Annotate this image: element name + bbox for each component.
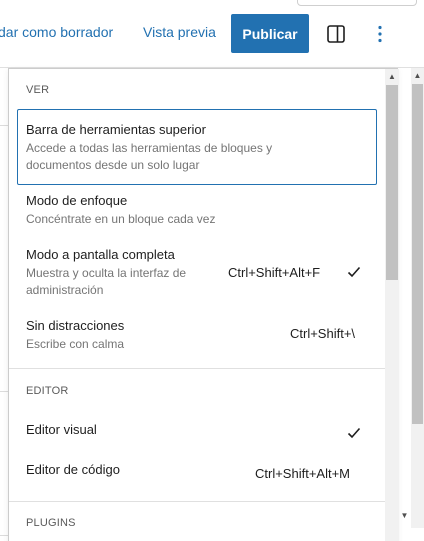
kebab-menu-icon: [378, 25, 382, 43]
sidebar-toggle-icon: [327, 25, 345, 43]
menu-item-top-toolbar[interactable]: Barra de herramientas superior Accede a …: [17, 109, 377, 185]
menu-item-label: Modo a pantalla completa: [26, 247, 175, 262]
group-title-view: VER: [26, 84, 50, 96]
options-menu-button[interactable]: [366, 20, 394, 48]
menu-item-description: Muestra y oculta la interfaz de administ…: [26, 266, 187, 297]
publish-button[interactable]: Publicar: [231, 14, 309, 53]
group-title-plugins: PLUGINS: [26, 517, 76, 529]
menu-item-label: Modo de enfoque: [26, 193, 128, 208]
options-dropdown-menu: VER Barra de herramientas superior Acced…: [8, 68, 399, 541]
menu-item-label: Editor visual: [26, 422, 97, 437]
fullscreen-shortcut: Ctrl+Shift+Alt+F: [228, 265, 321, 280]
editor-header-toolbar: dar como borrador Vista previa Publicar: [0, 0, 424, 67]
distraction-free-shortcut: Ctrl+Shift+\: [290, 326, 356, 341]
editor-canvas-edge: [0, 68, 8, 541]
menu-item-description: Concéntrate en un bloque cada vez: [26, 212, 216, 226]
settings-sidebar-toggle-button[interactable]: [322, 20, 350, 48]
scroll-down-arrow-icon[interactable]: ▼: [398, 510, 411, 522]
save-draft-button[interactable]: dar como borrador: [0, 24, 113, 40]
editor-screen: dar como borrador Vista previa Publicar …: [0, 0, 424, 541]
group-title-editor: EDITOR: [26, 385, 69, 397]
page-scrollbar-thumb[interactable]: [412, 84, 423, 424]
code-editor-shortcut: Ctrl+Shift+Alt+M: [255, 466, 351, 481]
preview-button[interactable]: Vista previa: [143, 24, 216, 40]
menu-separator: [9, 501, 385, 502]
scroll-up-arrow-icon[interactable]: ▲: [385, 71, 399, 83]
menu-separator: [9, 368, 385, 369]
scroll-up-arrow-icon[interactable]: ▲: [411, 70, 424, 82]
menu-item-description: Accede a todas las herramientas de bloqu…: [26, 141, 273, 172]
top-field-fragment: [297, 0, 417, 6]
checkmark-icon: [347, 266, 361, 278]
menu-item-focus-mode[interactable]: Modo de enfoque Concéntrate en un bloque…: [17, 191, 377, 233]
menu-item-visual-editor[interactable]: Editor visual: [17, 422, 377, 446]
checkmark-icon: [347, 427, 361, 439]
menu-item-fullscreen-mode[interactable]: Modo a pantalla completa Muestra y ocult…: [17, 245, 377, 305]
menu-item-label: Barra de herramientas superior: [26, 122, 206, 137]
menu-scrollbar-thumb[interactable]: [386, 85, 398, 280]
